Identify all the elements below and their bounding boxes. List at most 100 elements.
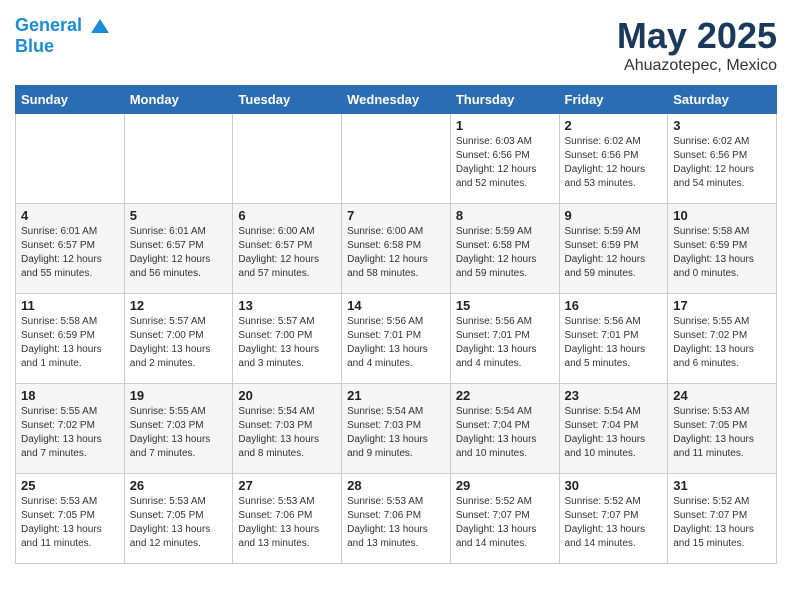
calendar-week-3: 11Sunrise: 5:58 AM Sunset: 6:59 PM Dayli… — [16, 294, 777, 384]
cell-info: Sunrise: 5:54 AM Sunset: 7:03 PM Dayligh… — [347, 405, 445, 461]
weekday-header-wednesday: Wednesday — [342, 86, 451, 114]
calendar-cell — [342, 114, 451, 204]
calendar-cell: 15 Sunrise: 5:56 AM Sunset: 7:01 PM Dayli… — [450, 294, 559, 384]
date-number: 13 — [238, 298, 336, 313]
date-number: 20 — [238, 388, 336, 403]
date-number: 6 — [238, 208, 336, 223]
cell-info: Sunrise: 6:02 AM Sunset: 6:56 PM Dayligh… — [565, 135, 663, 191]
cell-info: Sunrise: 5:53 AM Sunset: 7:05 PM Dayligh… — [673, 405, 771, 461]
calendar-cell — [124, 114, 233, 204]
cell-info: Sunrise: 5:55 AM Sunset: 7:03 PM Dayligh… — [130, 405, 228, 461]
cell-info: Sunrise: 6:02 AM Sunset: 6:56 PM Dayligh… — [673, 135, 771, 191]
cell-info: Sunrise: 6:03 AM Sunset: 6:56 PM Dayligh… — [456, 135, 554, 191]
weekday-header-monday: Monday — [124, 86, 233, 114]
cell-info: Sunrise: 6:00 AM Sunset: 6:57 PM Dayligh… — [238, 225, 336, 281]
calendar-week-1: 1Sunrise: 6:03 AM Sunset: 6:56 PM Daylig… — [16, 114, 777, 204]
calendar-table: SundayMondayTuesdayWednesdayThursdayFrid… — [15, 85, 777, 564]
logo-icon — [89, 15, 111, 37]
location: Ahuazotepec, Mexico — [617, 57, 777, 75]
date-number: 5 — [130, 208, 228, 223]
calendar-cell: 27Sunrise: 5:53 AM Sunset: 7:06 PM Dayli… — [233, 474, 342, 564]
title-section: May 2025 Ahuazotepec, Mexico — [617, 15, 777, 75]
calendar-cell: 18 Sunrise: 5:55 AM Sunset: 7:02 PM Dayli… — [16, 384, 125, 474]
calendar-cell: 23Sunrise: 5:54 AM Sunset: 7:04 PM Dayli… — [559, 384, 668, 474]
cell-info: Sunrise: 5:53 AM Sunset: 7:05 PM Dayligh… — [21, 495, 119, 551]
cell-info: Sunrise: 6:01 AM Sunset: 6:57 PM Dayligh… — [21, 225, 119, 281]
calendar-week-2: 4 Sunrise: 6:01 AM Sunset: 6:57 PM Daylig… — [16, 204, 777, 294]
cell-info: Sunrise: 5:56 AM Sunset: 7:01 PM Dayligh… — [456, 315, 554, 371]
calendar-cell: 4 Sunrise: 6:01 AM Sunset: 6:57 PM Daylig… — [16, 204, 125, 294]
date-number: 14 — [347, 298, 445, 313]
calendar-cell: 17 Sunrise: 5:55 AM Sunset: 7:02 PM Dayli… — [668, 294, 777, 384]
cell-info: Sunrise: 5:54 AM Sunset: 7:04 PM Dayligh… — [456, 405, 554, 461]
calendar-week-5: 25 Sunrise: 5:53 AM Sunset: 7:05 PM Dayli… — [16, 474, 777, 564]
cell-info: Sunrise: 5:56 AM Sunset: 7:01 PM Dayligh… — [565, 315, 663, 371]
calendar-cell: 1Sunrise: 6:03 AM Sunset: 6:56 PM Daylig… — [450, 114, 559, 204]
calendar-cell: 12Sunrise: 5:57 AM Sunset: 7:00 PM Dayli… — [124, 294, 233, 384]
date-number: 24 — [673, 388, 771, 403]
weekday-header-saturday: Saturday — [668, 86, 777, 114]
calendar-cell: 26Sunrise: 5:53 AM Sunset: 7:05 PM Dayli… — [124, 474, 233, 564]
date-number: 18 — [21, 388, 119, 403]
calendar-cell: 9 Sunrise: 5:59 AM Sunset: 6:59 PM Daylig… — [559, 204, 668, 294]
month-title: May 2025 — [617, 15, 777, 57]
cell-info: Sunrise: 5:52 AM Sunset: 7:07 PM Dayligh… — [673, 495, 771, 551]
date-number: 3 — [673, 118, 771, 133]
calendar-header-row: SundayMondayTuesdayWednesdayThursdayFrid… — [16, 86, 777, 114]
date-number: 25 — [21, 478, 119, 493]
calendar-cell: 22Sunrise: 5:54 AM Sunset: 7:04 PM Dayli… — [450, 384, 559, 474]
date-number: 19 — [130, 388, 228, 403]
cell-info: Sunrise: 5:56 AM Sunset: 7:01 PM Dayligh… — [347, 315, 445, 371]
weekday-header-friday: Friday — [559, 86, 668, 114]
date-number: 28 — [347, 478, 445, 493]
date-number: 15 — [456, 298, 554, 313]
calendar-cell: 6 Sunrise: 6:00 AM Sunset: 6:57 PM Daylig… — [233, 204, 342, 294]
calendar-cell: 5 Sunrise: 6:01 AM Sunset: 6:57 PM Daylig… — [124, 204, 233, 294]
calendar-cell: 19 Sunrise: 5:55 AM Sunset: 7:03 PM Dayli… — [124, 384, 233, 474]
date-number: 30 — [565, 478, 663, 493]
page-header: General Blue May 2025 Ahuazotepec, Mexic… — [15, 15, 777, 75]
cell-info: Sunrise: 5:58 AM Sunset: 6:59 PM Dayligh… — [673, 225, 771, 281]
cell-info: Sunrise: 5:52 AM Sunset: 7:07 PM Dayligh… — [456, 495, 554, 551]
calendar-cell: 7 Sunrise: 6:00 AM Sunset: 6:58 PM Daylig… — [342, 204, 451, 294]
calendar-cell: 31Sunrise: 5:52 AM Sunset: 7:07 PM Dayli… — [668, 474, 777, 564]
calendar-cell: 28Sunrise: 5:53 AM Sunset: 7:06 PM Dayli… — [342, 474, 451, 564]
calendar-cell: 29Sunrise: 5:52 AM Sunset: 7:07 PM Dayli… — [450, 474, 559, 564]
date-number: 23 — [565, 388, 663, 403]
date-number: 11 — [21, 298, 119, 313]
date-number: 4 — [21, 208, 119, 223]
calendar-cell: 20 Sunrise: 5:54 AM Sunset: 7:03 PM Dayli… — [233, 384, 342, 474]
logo: General Blue — [15, 15, 111, 57]
date-number: 8 — [456, 208, 554, 223]
calendar-cell: 8 Sunrise: 5:59 AM Sunset: 6:58 PM Daylig… — [450, 204, 559, 294]
weekday-header-sunday: Sunday — [16, 86, 125, 114]
calendar-week-4: 18 Sunrise: 5:55 AM Sunset: 7:02 PM Dayli… — [16, 384, 777, 474]
calendar-cell: 2Sunrise: 6:02 AM Sunset: 6:56 PM Daylig… — [559, 114, 668, 204]
date-number: 27 — [238, 478, 336, 493]
weekday-header-tuesday: Tuesday — [233, 86, 342, 114]
cell-info: Sunrise: 5:59 AM Sunset: 6:59 PM Dayligh… — [565, 225, 663, 281]
calendar-cell: 10Sunrise: 5:58 AM Sunset: 6:59 PM Dayli… — [668, 204, 777, 294]
calendar-cell: 3 Sunrise: 6:02 AM Sunset: 6:56 PM Daylig… — [668, 114, 777, 204]
date-number: 17 — [673, 298, 771, 313]
date-number: 7 — [347, 208, 445, 223]
logo-blue: Blue — [15, 37, 111, 57]
cell-info: Sunrise: 6:01 AM Sunset: 6:57 PM Dayligh… — [130, 225, 228, 281]
calendar-cell: 13 Sunrise: 5:57 AM Sunset: 7:00 PM Dayli… — [233, 294, 342, 384]
date-number: 16 — [565, 298, 663, 313]
date-number: 12 — [130, 298, 228, 313]
calendar-cell — [16, 114, 125, 204]
cell-info: Sunrise: 5:55 AM Sunset: 7:02 PM Dayligh… — [673, 315, 771, 371]
cell-info: Sunrise: 6:00 AM Sunset: 6:58 PM Dayligh… — [347, 225, 445, 281]
calendar-cell — [233, 114, 342, 204]
cell-info: Sunrise: 5:55 AM Sunset: 7:02 PM Dayligh… — [21, 405, 119, 461]
cell-info: Sunrise: 5:54 AM Sunset: 7:03 PM Dayligh… — [238, 405, 336, 461]
cell-info: Sunrise: 5:57 AM Sunset: 7:00 PM Dayligh… — [238, 315, 336, 371]
cell-info: Sunrise: 5:52 AM Sunset: 7:07 PM Dayligh… — [565, 495, 663, 551]
cell-info: Sunrise: 5:59 AM Sunset: 6:58 PM Dayligh… — [456, 225, 554, 281]
calendar-cell: 25 Sunrise: 5:53 AM Sunset: 7:05 PM Dayli… — [16, 474, 125, 564]
date-number: 9 — [565, 208, 663, 223]
calendar-cell: 16 Sunrise: 5:56 AM Sunset: 7:01 PM Dayli… — [559, 294, 668, 384]
date-number: 26 — [130, 478, 228, 493]
calendar-cell: 11Sunrise: 5:58 AM Sunset: 6:59 PM Dayli… — [16, 294, 125, 384]
